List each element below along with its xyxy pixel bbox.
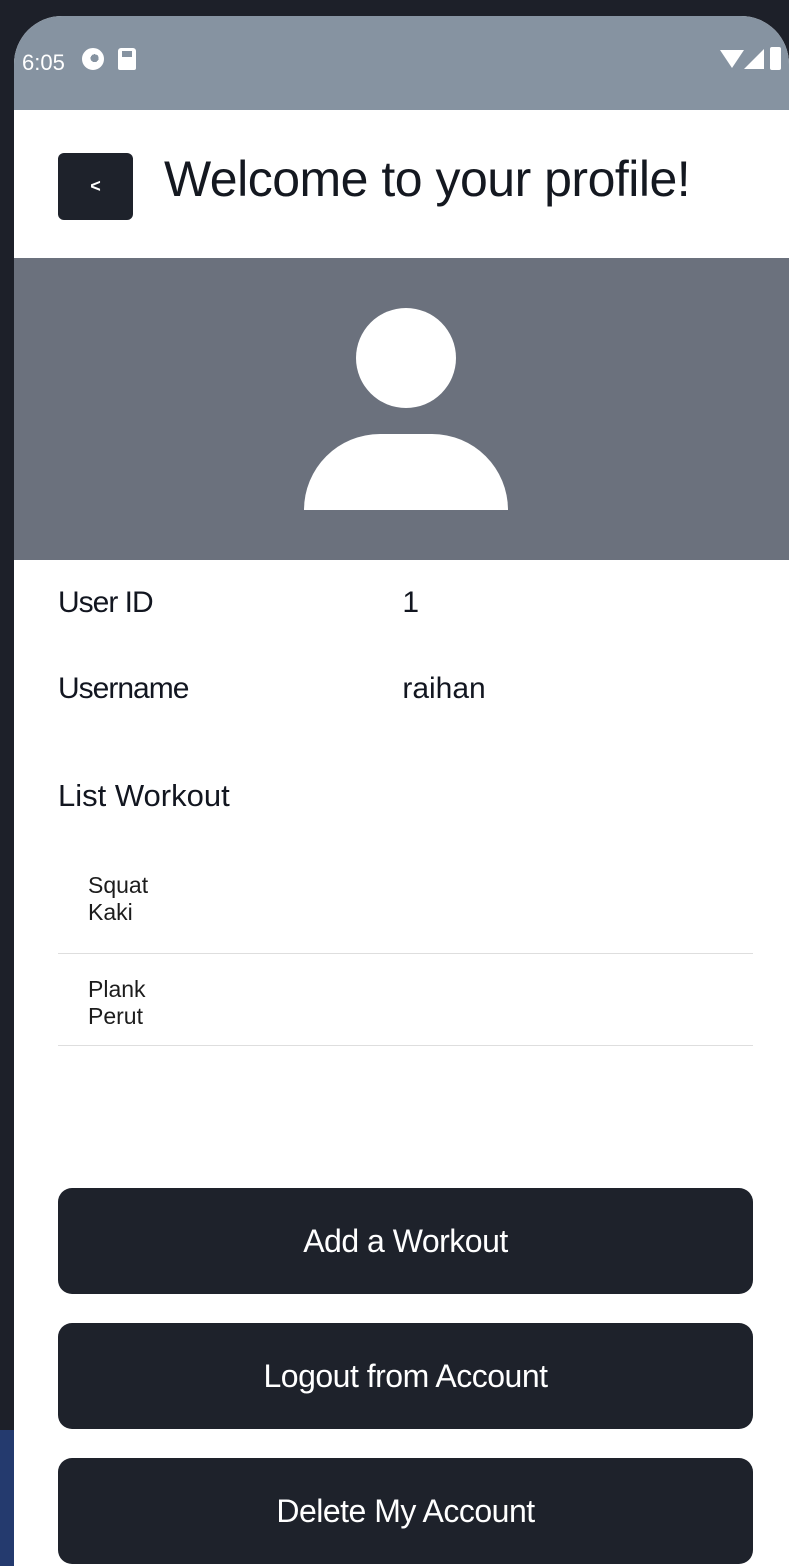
workout-category: Kaki [88, 899, 133, 925]
delete-account-button[interactable]: Delete My Account [58, 1458, 753, 1564]
avatar-icon [356, 308, 456, 408]
workout-list-title: List Workout [58, 778, 230, 813]
page-title: Welcome to your profile! [164, 151, 691, 207]
username-value: raihan [402, 672, 486, 705]
status-bar: 6:05 [14, 16, 789, 110]
battery-icon [770, 47, 781, 70]
wifi-icon [720, 50, 744, 68]
back-button[interactable]: < [58, 153, 133, 220]
user-id-row: User ID 1 [58, 586, 419, 620]
workout-name: Squat [88, 872, 149, 898]
workout-category: Perut [88, 1003, 143, 1029]
sd-card-icon [118, 48, 136, 70]
list-item[interactable]: Squat Kaki [58, 862, 753, 954]
phone-screen: 6:05 < Welcome to your profile! User ID … [14, 16, 789, 1566]
add-workout-button[interactable]: Add a Workout [58, 1188, 753, 1294]
list-item[interactable]: Plank Perut [58, 954, 753, 1046]
username-label: Username [58, 672, 189, 705]
logout-button[interactable]: Logout from Account [58, 1323, 753, 1429]
username-row: Username raihan [58, 672, 486, 706]
user-id-value: 1 [402, 586, 420, 619]
header: < Welcome to your profile! [14, 110, 789, 258]
user-id-label: User ID [58, 586, 154, 619]
notification-icon [82, 48, 104, 70]
workout-list: Squat Kaki Plank Perut [58, 862, 753, 1046]
workout-name: Plank [88, 976, 146, 1002]
signal-icon [744, 49, 764, 69]
profile-banner [14, 258, 789, 560]
status-time: 6:05 [22, 50, 65, 75]
avatar-body-shape [304, 434, 508, 510]
